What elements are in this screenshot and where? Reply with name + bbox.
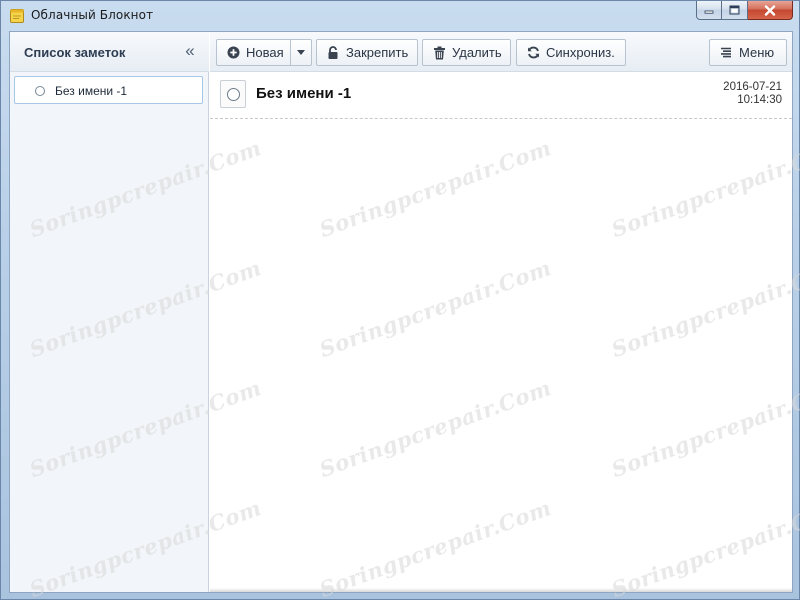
notepad-app-icon: [10, 9, 24, 23]
window-title: Облачный Блокнот: [31, 8, 154, 22]
notes-sidebar: Список заметок « Без имени -1: [10, 32, 209, 592]
menu-label: Меню: [739, 45, 775, 60]
trash-icon: [432, 46, 446, 60]
note-editor[interactable]: Без имени -1 2016-07-21 10:14:30: [210, 73, 792, 592]
close-icon: [764, 4, 776, 16]
note-list-item-label: Без имени -1: [55, 84, 128, 98]
note-date: 2016-07-21: [723, 81, 782, 93]
menu-button[interactable]: Меню: [709, 39, 787, 66]
pin-button[interactable]: Закрепить: [316, 39, 418, 66]
delete-label: Удалить: [452, 45, 502, 60]
plus-circle-icon: [226, 46, 240, 60]
toolbar: Новая Закрепить Удалить Синхрониз. Меню: [210, 32, 792, 72]
app-window: Облачный Блокнот Список заметок « Без им…: [0, 0, 800, 600]
minimize-button[interactable]: [696, 1, 722, 20]
pin-label: Закрепить: [346, 45, 409, 60]
note-page-edge: [210, 588, 792, 592]
delete-button[interactable]: Удалить: [422, 39, 511, 66]
sidebar-header: Список заметок «: [10, 32, 209, 72]
minimize-icon: [704, 10, 714, 14]
maximize-icon: [729, 5, 740, 15]
note-radio-icon[interactable]: [35, 86, 45, 96]
sidebar-title: Список заметок: [24, 45, 126, 60]
caption-buttons: [696, 1, 793, 21]
client-area: Список заметок « Без имени -1 Новая Закр…: [9, 31, 793, 593]
lock-icon: [326, 45, 340, 60]
maximize-button[interactable]: [722, 1, 748, 20]
collapse-sidebar-button[interactable]: «: [180, 40, 200, 62]
note-select-checkbox[interactable]: [220, 80, 246, 108]
note-time: 10:14:30: [737, 94, 782, 106]
note-timestamp: 2016-07-21 10:14:30: [723, 81, 782, 107]
note-select-radio-icon: [227, 88, 240, 101]
close-button[interactable]: [748, 1, 793, 20]
new-note-button[interactable]: Новая: [216, 39, 290, 66]
note-title[interactable]: Без имени -1: [256, 85, 351, 102]
note-header: Без имени -1 2016-07-21 10:14:30: [210, 73, 792, 119]
sync-icon: [526, 46, 540, 60]
sync-label: Синхрониз.: [546, 45, 615, 60]
sync-button[interactable]: Синхрониз.: [516, 39, 626, 66]
menu-lines-icon: [719, 46, 733, 60]
chevron-down-icon: [297, 50, 305, 55]
note-list-item[interactable]: Без имени -1: [14, 76, 203, 104]
new-note-label: Новая: [246, 45, 284, 60]
new-note-dropdown-button[interactable]: [290, 39, 312, 66]
title-bar[interactable]: Облачный Блокнот: [1, 1, 799, 31]
